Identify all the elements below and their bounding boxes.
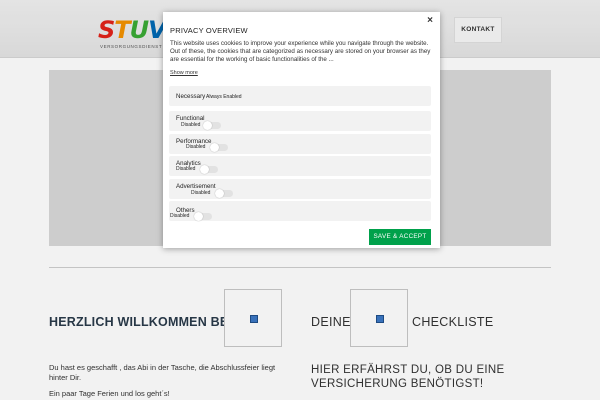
category-state: Disabled <box>186 144 206 150</box>
cookie-category-functional[interactable]: Functional Disabled <box>169 111 431 131</box>
cookie-category-necessary[interactable]: Necessary Always Enabled <box>169 86 431 106</box>
cookie-category-advertisement[interactable]: Advertisement Disabled <box>169 179 431 199</box>
privacy-modal-title: PRIVACY OVERVIEW <box>170 26 248 35</box>
performance-toggle[interactable] <box>210 143 228 152</box>
advertisement-toggle[interactable] <box>215 189 233 198</box>
category-label: Necessary <box>176 93 206 100</box>
analytics-toggle[interactable] <box>200 165 218 174</box>
cookie-category-performance[interactable]: Performance Disabled <box>169 134 431 154</box>
cookie-category-others[interactable]: Others Disabled <box>169 201 431 221</box>
cookie-category-analytics[interactable]: Analytics Disabled <box>169 156 431 176</box>
category-state: Disabled <box>191 190 211 196</box>
category-state: Always Enabled <box>206 94 242 100</box>
close-icon[interactable]: × <box>427 15 433 26</box>
functional-toggle[interactable] <box>203 121 221 130</box>
save-accept-button[interactable]: SAVE & ACCEPT <box>369 229 431 245</box>
category-state: Disabled <box>181 122 201 128</box>
category-label: Functional <box>176 115 205 122</box>
category-state: Disabled <box>176 166 196 172</box>
show-more-link[interactable]: Show more <box>170 70 198 76</box>
privacy-description: This website uses cookies to improve you… <box>170 40 431 63</box>
category-state: Disabled <box>170 213 190 219</box>
others-toggle[interactable] <box>194 212 212 221</box>
category-label: Advertisement <box>176 183 216 190</box>
